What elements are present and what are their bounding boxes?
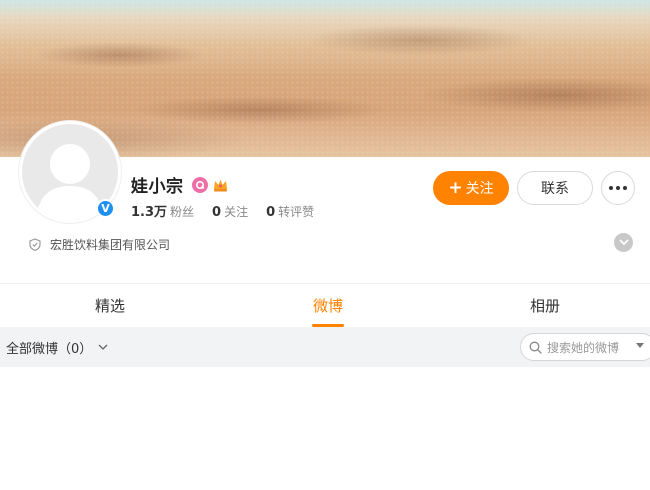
verified-v-icon: V xyxy=(96,199,115,218)
plus-icon: + xyxy=(448,177,463,198)
search-icon xyxy=(529,341,542,354)
profile-name: 娃小宗 xyxy=(131,177,184,197)
tab-featured[interactable]: 精选 xyxy=(70,284,150,327)
company-name: 宏胜饮料集团有限公司 xyxy=(50,238,171,252)
stat-interactions-label: 转评赞 xyxy=(278,205,315,219)
stat-fans[interactable]: 1.3万 粉丝 xyxy=(131,201,194,220)
stat-following-count: 0 xyxy=(212,205,222,220)
profile-stats: 1.3万 粉丝 0 关注 0 转评赞 xyxy=(131,201,332,220)
profile-name-row: 娃小宗 xyxy=(131,172,229,197)
stat-following-label: 关注 xyxy=(224,205,249,219)
search-placeholder: 搜索她的微博 xyxy=(547,340,620,355)
stat-following[interactable]: 0 关注 xyxy=(212,203,248,220)
contact-button[interactable]: 联系 xyxy=(517,171,593,205)
contact-button-label: 联系 xyxy=(541,181,569,197)
stat-interactions[interactable]: 0 转评赞 xyxy=(266,203,314,220)
stat-interactions-count: 0 xyxy=(266,205,276,220)
weibo-filter-label: 全部微博（0） xyxy=(6,341,93,357)
search-dropdown-caret-icon[interactable] xyxy=(636,343,644,348)
more-dot-icon xyxy=(609,186,613,190)
filter-bar: 全部微博（0） 搜索她的微博 xyxy=(0,327,650,367)
weibo-filter-dropdown[interactable]: 全部微博（0） xyxy=(6,327,108,367)
crown-icon[interactable] xyxy=(212,177,229,193)
more-dot-icon xyxy=(616,186,620,190)
follow-button[interactable]: + 关注 xyxy=(433,171,509,205)
company-info: 宏胜饮料集团有限公司 xyxy=(29,236,170,253)
feed-content-area xyxy=(0,367,650,490)
expand-info-button[interactable] xyxy=(614,233,633,252)
tab-weibo[interactable]: 微博 xyxy=(288,284,368,327)
profile-page: V 娃小宗 1.3万 粉丝 0 关注 0 转评赞 + 关注 联系 宏胜饮料集团有… xyxy=(0,0,650,490)
pink-badge-icon[interactable] xyxy=(191,176,208,193)
chevron-down-icon xyxy=(98,344,108,350)
stat-fans-label: 粉丝 xyxy=(170,205,195,219)
shield-icon xyxy=(29,238,41,251)
more-dot-icon xyxy=(623,186,627,190)
profile-tabs: 精选 微博 相册 xyxy=(0,284,650,327)
more-options-button[interactable] xyxy=(601,171,635,205)
chevron-down-icon xyxy=(619,239,628,245)
stat-fans-count: 1.3万 xyxy=(131,205,168,220)
tab-album[interactable]: 相册 xyxy=(505,284,585,327)
follow-button-label: 关注 xyxy=(465,181,494,197)
search-input[interactable]: 搜索她的微博 xyxy=(520,333,650,361)
